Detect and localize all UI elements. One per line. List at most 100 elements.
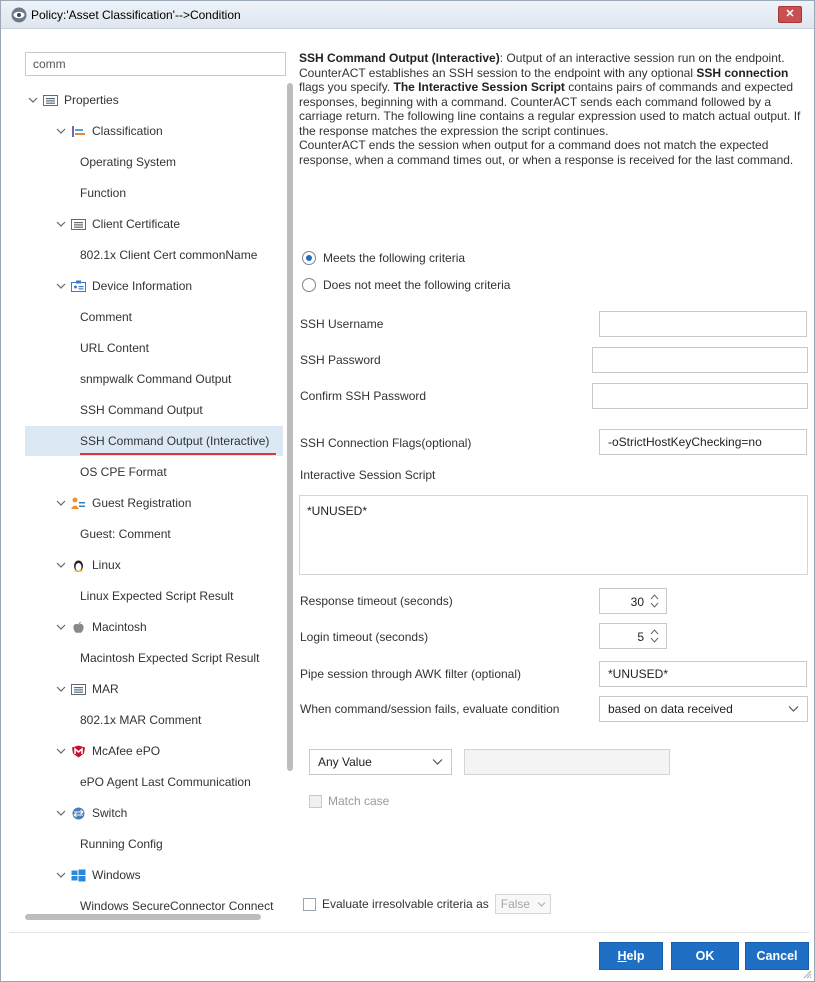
chevron-down-icon[interactable] <box>55 218 67 230</box>
title-bar[interactable]: Policy:'Asset Classification'-->Conditio… <box>1 1 814 29</box>
radio-label: Does not meet the following criteria <box>323 278 511 292</box>
tree-item-comment[interactable]: Comment <box>25 302 283 332</box>
tree-group-switch[interactable]: Switch <box>25 798 283 828</box>
list-icon <box>71 218 86 231</box>
response-timeout-label: Response timeout (seconds) <box>300 594 453 608</box>
fail-evaluate-select[interactable]: based on data received <box>599 696 808 722</box>
tree-item-label: 802.1x Client Cert commonName <box>80 248 258 262</box>
search-input[interactable] <box>25 52 286 76</box>
tree-item-label: SSH Command Output (Interactive) <box>80 434 270 448</box>
scrollbar-thumb[interactable] <box>25 914 261 920</box>
chevron-down-icon[interactable] <box>55 621 67 633</box>
checkbox-icon[interactable] <box>309 794 322 808</box>
window-title: Policy:'Asset Classification'-->Conditio… <box>31 8 241 22</box>
switch-icon <box>71 807 86 820</box>
tree-horizontal-scrollbar[interactable] <box>25 914 287 920</box>
resize-grip-icon[interactable] <box>802 969 812 979</box>
tree-item-macintosh-expected-script-result[interactable]: Macintosh Expected Script Result <box>25 643 283 673</box>
tree-item-label: Device Information <box>92 279 193 293</box>
chevron-down-icon[interactable] <box>55 869 67 881</box>
tree-item-snmpwalk-command-output[interactable]: snmpwalk Command Output <box>25 364 283 394</box>
tree-item-label: Classification <box>92 124 163 138</box>
session-script-label: Interactive Session Script <box>300 468 436 482</box>
cancel-button[interactable]: Cancel <box>745 942 809 970</box>
tree-item-windows-secureconnector-connect[interactable]: Windows SecureConnector Connect <box>25 891 283 913</box>
chevron-down-icon[interactable] <box>55 745 67 757</box>
tree-item-url-content[interactable]: URL Content <box>25 333 283 363</box>
tree-group-mar[interactable]: MAR <box>25 674 283 704</box>
tree-group-classification[interactable]: Classification <box>25 116 283 146</box>
tree-group-mcafee-epo[interactable]: McAfee ePO <box>25 736 283 766</box>
chevron-down-icon[interactable] <box>55 280 67 292</box>
tree-item-label: MAR <box>92 682 119 696</box>
tree-item-guest-comment[interactable]: Guest: Comment <box>25 519 283 549</box>
tree-group-device-information[interactable]: Device Information <box>25 271 283 301</box>
chevron-down-icon[interactable] <box>55 125 67 137</box>
radio-selected-icon[interactable] <box>302 251 316 265</box>
match-value-input[interactable] <box>464 749 670 775</box>
help-label: elp <box>626 949 645 963</box>
tree-item-label: 802.1x MAR Comment <box>80 713 202 727</box>
mcafee-icon <box>71 745 86 758</box>
tree-item-linux-expected-script-result[interactable]: Linux Expected Script Result <box>25 581 283 611</box>
evaluate-irresolvable-row: Evaluate irresolvable criteria as False <box>303 894 551 914</box>
chevron-down-icon[interactable] <box>55 497 67 509</box>
ssh-username-input[interactable] <box>599 311 807 337</box>
tree-item-operating-system[interactable]: Operating System <box>25 147 283 177</box>
apple-icon <box>71 621 86 634</box>
scrollbar-thumb[interactable] <box>287 83 293 771</box>
help-button[interactable]: Help <box>599 942 663 970</box>
radio-unselected-icon[interactable] <box>302 278 316 292</box>
select-value: Any Value <box>318 755 372 769</box>
tree-item-epo-agent-last-communication[interactable]: ePO Agent Last Communication <box>25 767 283 797</box>
session-script-textarea[interactable]: *UNUSED* <box>299 495 808 575</box>
login-timeout-label: Login timeout (seconds) <box>300 630 429 644</box>
tree-item-running-config[interactable]: Running Config <box>25 829 283 859</box>
chevron-down-icon[interactable] <box>27 94 39 106</box>
tree-item-label: Linux <box>92 558 121 572</box>
chevron-down-icon[interactable] <box>55 683 67 695</box>
response-timeout-spinner[interactable]: 30 <box>599 588 667 614</box>
tree-group-windows[interactable]: Windows <box>25 860 283 890</box>
chevron-down-icon[interactable] <box>55 807 67 819</box>
tree-item-ssh-command-output-interactive[interactable]: SSH Command Output (Interactive) <box>25 426 283 456</box>
tree-item-os-cpe-format[interactable]: OS CPE Format <box>25 457 283 487</box>
property-tree: Properties Classification Operating System… <box>25 83 287 913</box>
ok-button[interactable]: OK <box>671 942 739 970</box>
tree-group-macintosh[interactable]: Macintosh <box>25 612 283 642</box>
tree-vertical-scrollbar[interactable] <box>287 83 293 913</box>
evaluate-value-select[interactable]: False <box>494 894 551 914</box>
linux-icon <box>71 559 86 572</box>
tree-item-802-1x-mar-comment[interactable]: 802.1x MAR Comment <box>25 705 283 735</box>
tree-item-label: Operating System <box>80 155 177 169</box>
ssh-flags-input[interactable] <box>599 429 807 455</box>
login-timeout-spinner[interactable]: 5 <box>599 623 667 649</box>
tree-item-label: Comment <box>80 310 133 324</box>
list-icon <box>43 94 58 107</box>
match-type-select[interactable]: Any Value <box>309 749 452 775</box>
ssh-password-input[interactable] <box>592 347 808 373</box>
chevron-down-icon[interactable] <box>55 559 67 571</box>
tree-item-label: Guest: Comment <box>80 527 171 541</box>
tree-group-properties[interactable]: Properties <box>25 85 283 115</box>
tree-group-client-certificate[interactable]: Client Certificate <box>25 209 283 239</box>
tree-group-linux[interactable]: Linux <box>25 550 283 580</box>
spinner-arrows-icon[interactable] <box>650 592 659 610</box>
tree-group-guest-registration[interactable]: Guest Registration <box>25 488 283 518</box>
spinner-arrows-icon[interactable] <box>650 627 659 645</box>
tree-item-function[interactable]: Function <box>25 178 283 208</box>
awk-filter-input[interactable] <box>599 661 807 687</box>
selection-underline <box>80 453 276 455</box>
evaluate-irresolvable-checkbox[interactable] <box>303 897 316 911</box>
description-text: CounterACT establishes an SSH session to… <box>299 65 697 80</box>
description-bold: SSH connection <box>696 65 789 80</box>
tree-item-ssh-command-output[interactable]: SSH Command Output <box>25 395 283 425</box>
guest-icon <box>71 497 86 510</box>
match-case-checkbox[interactable]: Match case <box>309 794 389 808</box>
not-meets-criteria-radio[interactable]: Does not meet the following criteria <box>302 276 510 294</box>
close-button[interactable]: ✕ <box>778 6 802 23</box>
description-heading: SSH Command Output (Interactive) <box>299 51 500 65</box>
confirm-ssh-password-input[interactable] <box>592 383 808 409</box>
tree-item-802-1x-client-cert-commonname[interactable]: 802.1x Client Cert commonName <box>25 240 283 270</box>
meets-criteria-radio[interactable]: Meets the following criteria <box>302 249 465 267</box>
